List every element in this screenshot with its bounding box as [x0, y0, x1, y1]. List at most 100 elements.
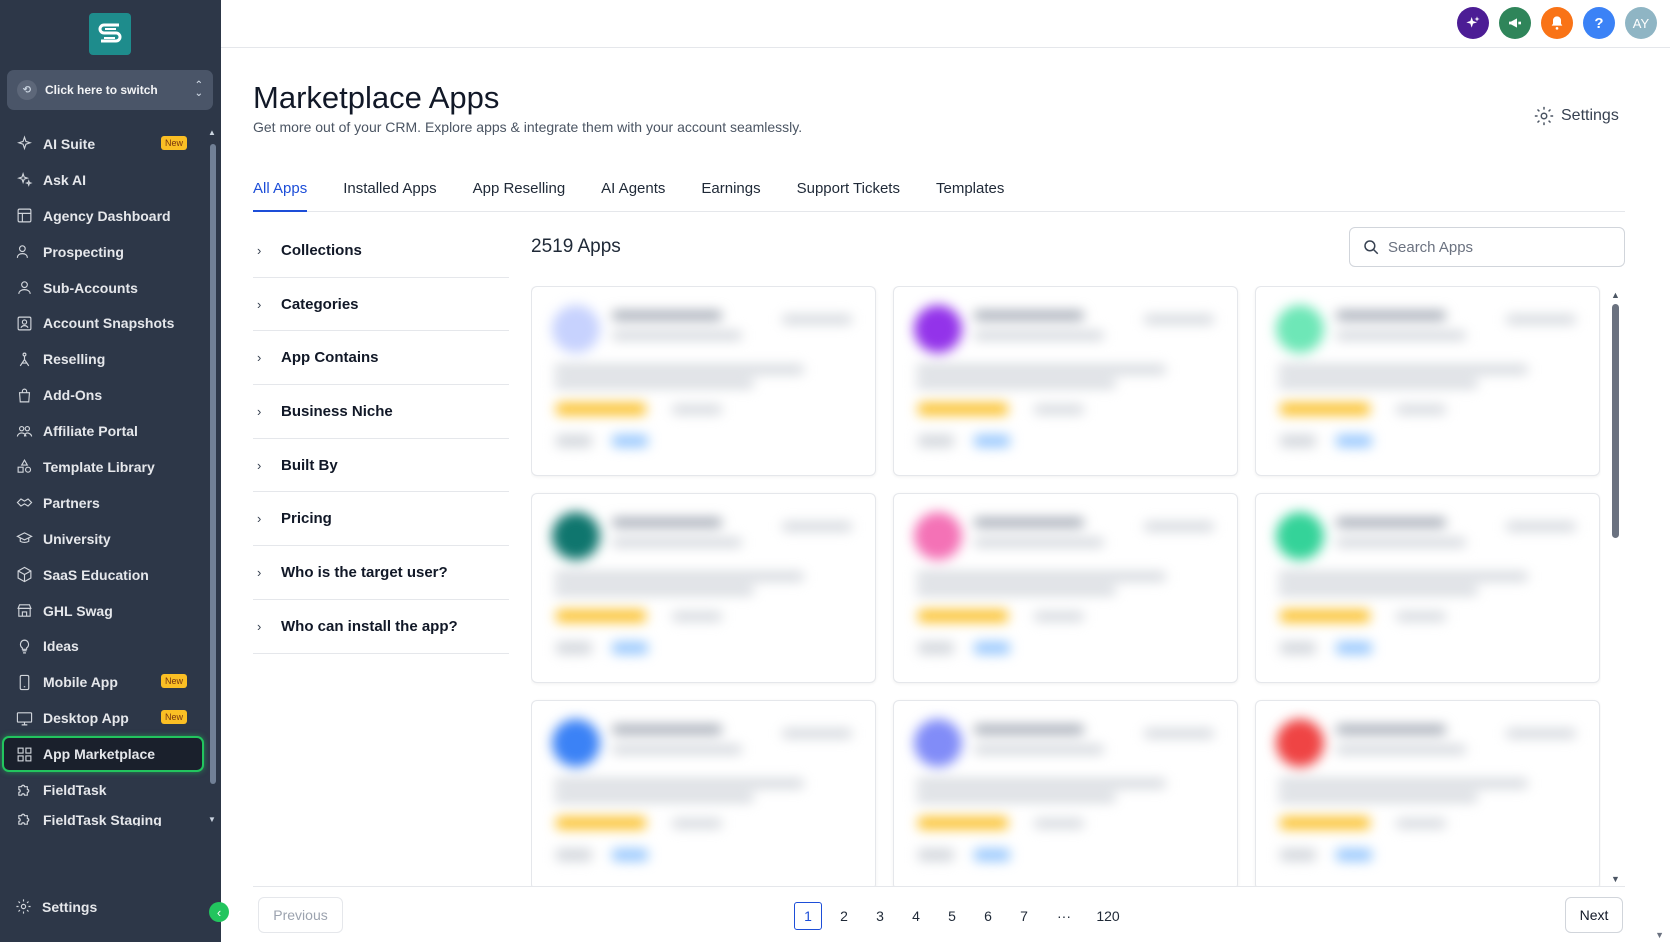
tab-installed-apps[interactable]: Installed Apps: [343, 180, 436, 212]
sidebar-settings[interactable]: Settings: [15, 898, 97, 915]
sidebar-item-account-snapshots[interactable]: Account Snapshots: [0, 305, 208, 341]
puzzle-icon: [15, 781, 33, 799]
chevron-right-icon: ›: [257, 457, 262, 473]
sidebar-item-label: Add-Ons: [43, 387, 103, 404]
page-1[interactable]: 1: [794, 902, 822, 930]
sidebar-item-app-marketplace[interactable]: App Marketplace: [2, 736, 204, 773]
filter-who-is-the-target-user[interactable]: › Who is the target user?: [253, 546, 509, 600]
app-card[interactable]: [1255, 286, 1600, 476]
tab-templates[interactable]: Templates: [936, 180, 1004, 212]
app-card[interactable]: [893, 286, 1238, 476]
app-card[interactable]: [893, 493, 1238, 683]
scrollbar-thumb[interactable]: [210, 144, 216, 784]
sidebar-item-fieldtask[interactable]: FieldTask: [0, 772, 208, 808]
account-switcher[interactable]: ⟲ Click here to switch ⌃ ⌄: [7, 70, 213, 110]
app-card[interactable]: [531, 700, 876, 886]
sidebar-item-university[interactable]: University: [0, 521, 208, 557]
avatar[interactable]: AY: [1625, 7, 1657, 39]
sidebar-item-prospecting[interactable]: Prospecting: [0, 234, 208, 270]
megaphone-icon[interactable]: [1499, 7, 1531, 39]
app-card[interactable]: [893, 700, 1238, 886]
filter-label: Business Niche: [281, 402, 393, 420]
scroll-down-icon[interactable]: ▼: [1655, 930, 1664, 940]
lightbulb-icon: [15, 637, 33, 655]
reselling-icon: [15, 350, 33, 368]
sidebar-item-label: Reselling: [43, 351, 106, 368]
search-box[interactable]: [1349, 227, 1625, 267]
app-card[interactable]: [531, 493, 876, 683]
new-badge: New: [161, 710, 188, 725]
app-card[interactable]: [1255, 493, 1600, 683]
scroll-down-icon[interactable]: ▼: [208, 815, 216, 824]
sidebar-item-ask-ai[interactable]: Ask AI: [0, 162, 208, 198]
filter-categories[interactable]: › Categories: [253, 278, 509, 332]
page-120[interactable]: 120: [1090, 902, 1126, 930]
sidebar-item-label: Template Library: [43, 458, 155, 475]
sidebar-item-sub-accounts[interactable]: Sub-Accounts: [0, 270, 208, 306]
filter-app-contains[interactable]: › App Contains: [253, 331, 509, 386]
sidebar-item-label: University: [43, 530, 111, 547]
sidebar-item-reselling[interactable]: Reselling: [0, 341, 208, 377]
group-icon: [15, 422, 33, 440]
ai-sparkle-icon[interactable]: [1457, 7, 1489, 39]
tab-ai-agents[interactable]: AI Agents: [601, 180, 665, 212]
sidebar-item-ghl-swag[interactable]: GHL Swag: [0, 593, 208, 629]
sidebar-item-label: App Marketplace: [43, 746, 156, 763]
tab-all-apps[interactable]: All Apps: [253, 180, 308, 212]
app-card-preview: [894, 701, 1237, 886]
sidebar-item-saas-education[interactable]: SaaS Education: [0, 557, 208, 593]
scrollbar-thumb[interactable]: [1612, 304, 1619, 538]
scroll-up-icon[interactable]: ▲: [208, 128, 216, 137]
sidebar-item-label: SaaS Education: [43, 566, 149, 583]
sidebar-item-fieldtask-staging[interactable]: FieldTask Staging: [0, 808, 208, 826]
sidebar-scrollbar[interactable]: ▲ ▼: [208, 128, 218, 824]
app-card[interactable]: [1255, 700, 1600, 886]
filter-who-can-install-the-app[interactable]: › Who can install the app?: [253, 600, 509, 654]
sidebar-item-desktop-app[interactable]: Desktop App New: [0, 700, 208, 736]
filter-pricing[interactable]: › Pricing: [253, 492, 509, 547]
sidebar-item-partners[interactable]: Partners: [0, 485, 208, 521]
logo[interactable]: [89, 13, 131, 55]
sidebar-item-template-library[interactable]: Template Library: [0, 449, 208, 485]
sidebar-item-agency-dashboard[interactable]: Agency Dashboard: [0, 198, 208, 234]
page-4[interactable]: 4: [902, 902, 930, 930]
sidebar-item-ai-suite[interactable]: AI Suite New: [0, 126, 208, 162]
scroll-down-icon[interactable]: ▼: [1611, 874, 1620, 884]
filter-label: Who can install the app?: [281, 617, 458, 635]
bag-icon: [15, 386, 33, 404]
filter-collections[interactable]: › Collections: [253, 224, 509, 278]
tab-support-tickets[interactable]: Support Tickets: [797, 180, 900, 212]
previous-button[interactable]: Previous: [258, 897, 343, 933]
tab-earnings[interactable]: Earnings: [701, 180, 760, 212]
logo-icon: [98, 23, 122, 43]
app-card[interactable]: [531, 286, 876, 476]
sidebar-item-ideas[interactable]: Ideas: [0, 628, 208, 664]
marketplace-settings-button[interactable]: Settings: [1533, 105, 1619, 127]
scroll-up-icon[interactable]: ▲: [1611, 290, 1620, 300]
sidebar-item-affiliate-portal[interactable]: Affiliate Portal: [0, 413, 208, 449]
filter-panel: › Collections › Categories › App Contains › Bus…: [253, 224, 509, 654]
next-button[interactable]: Next: [1565, 897, 1623, 933]
filter-built-by[interactable]: › Built By: [253, 439, 509, 493]
sidebar-item-mobile-app[interactable]: Mobile App New: [0, 664, 208, 700]
new-badge: New: [161, 674, 188, 689]
sidebar-item-label: AI Suite: [43, 135, 96, 152]
handshake-icon: [15, 494, 33, 512]
filter-business-niche[interactable]: › Business Niche: [253, 385, 509, 439]
sidebar-item-label: Mobile App: [43, 674, 118, 691]
sidebar-nav: AI Suite New Ask AI Agency Dashboard Prospec…: [0, 126, 208, 826]
help-icon[interactable]: ?: [1583, 7, 1615, 39]
pagination: Previous 1 2 3 4 5 6 7 ··· 120 Next: [253, 886, 1625, 942]
bell-icon[interactable]: [1541, 7, 1573, 39]
main-scrollbar[interactable]: ▲ ▼: [1610, 290, 1622, 884]
sidebar-item-add-ons[interactable]: Add-Ons: [0, 377, 208, 413]
tab-app-reselling[interactable]: App Reselling: [473, 180, 566, 212]
page-6[interactable]: 6: [974, 902, 1002, 930]
page-3[interactable]: 3: [866, 902, 894, 930]
page-5[interactable]: 5: [938, 902, 966, 930]
collapse-sidebar-button[interactable]: ‹: [209, 902, 229, 922]
page-7[interactable]: 7: [1010, 902, 1038, 930]
search-input[interactable]: [1388, 238, 1608, 256]
page-2[interactable]: 2: [830, 902, 858, 930]
new-badge: New: [161, 136, 188, 150]
